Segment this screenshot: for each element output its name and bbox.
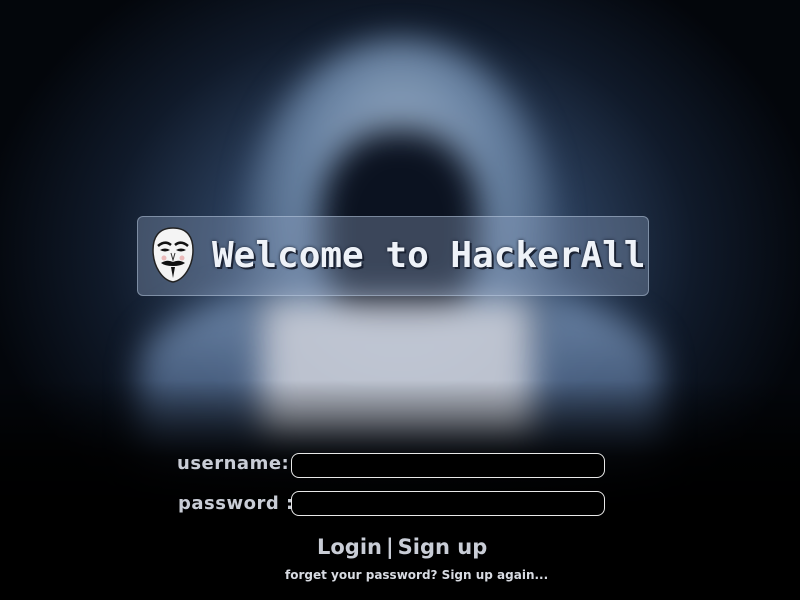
password-input[interactable] <box>291 491 605 516</box>
background-fade <box>0 380 800 600</box>
username-input[interactable] <box>291 453 605 478</box>
password-label: password : <box>178 493 294 514</box>
action-separator: | <box>386 535 394 559</box>
signup-button[interactable]: Sign up <box>398 535 488 559</box>
username-label: username: <box>177 453 290 474</box>
anonymous-mask-icon <box>152 227 194 283</box>
login-button[interactable]: Login <box>317 535 382 559</box>
forgot-password-link[interactable]: forget your password? Sign up again... <box>285 568 548 582</box>
auth-actions: Login | Sign up <box>317 535 487 559</box>
page-title: Welcome to HackerAll <box>212 235 646 276</box>
welcome-banner: Welcome to HackerAll <box>137 216 649 296</box>
login-page: Welcome to HackerAll username: password … <box>0 0 800 600</box>
